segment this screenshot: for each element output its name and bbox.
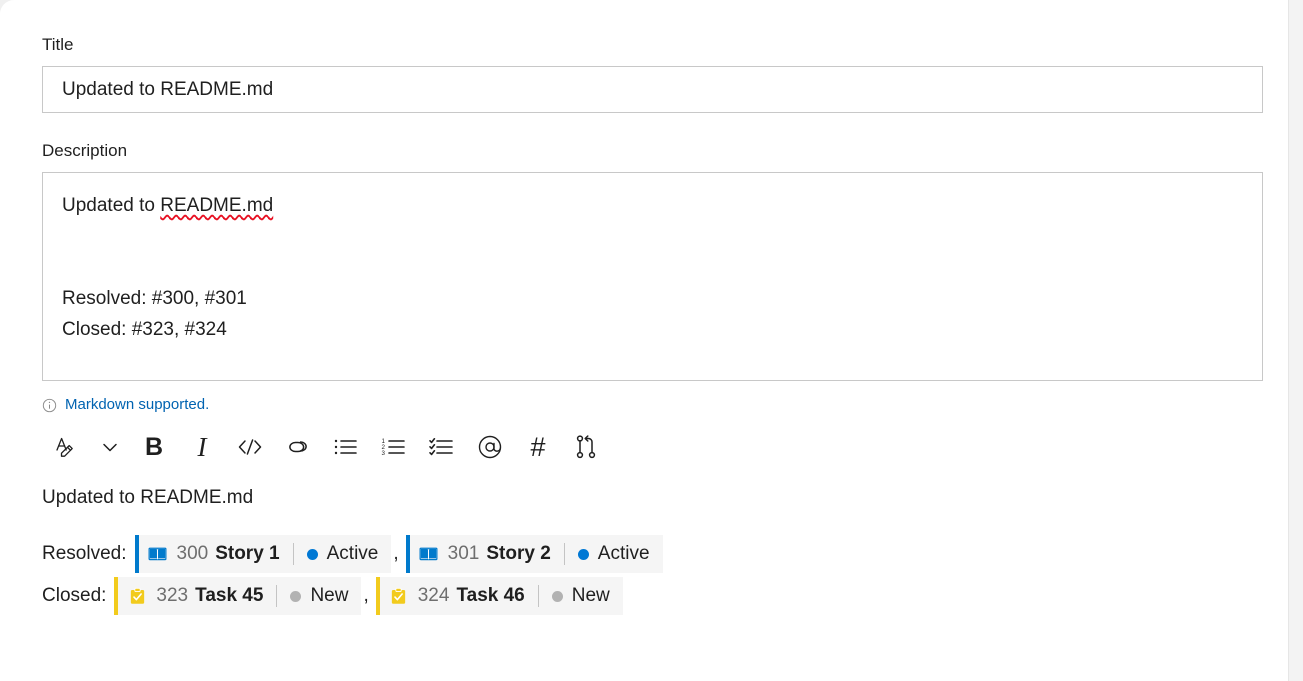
work-item-chip-324[interactable]: 324 Task 46 New	[375, 577, 623, 615]
work-item-title: Task 45	[195, 585, 264, 606]
hashtag-icon[interactable]: #	[514, 425, 562, 469]
work-item-chip-301[interactable]: 301 Story 2 Active	[405, 535, 663, 573]
italic-glyph: I	[197, 431, 207, 462]
description-line2: Resolved: #300, #301	[62, 288, 247, 309]
work-item-title: Story 2	[486, 543, 551, 564]
preview-row-closed: Closed: 323 Task 45 New , 324 Task 46 Ne…	[42, 577, 1263, 615]
form-container: Title Description Updated to README.md R…	[42, 34, 1263, 619]
preview-row-label: Closed:	[42, 585, 107, 606]
work-item-title: Story 1	[215, 543, 280, 564]
chip-divider	[292, 543, 294, 565]
story-icon	[148, 544, 168, 564]
code-icon[interactable]	[226, 425, 274, 469]
state-label: New	[571, 585, 610, 606]
state-dot-icon	[551, 590, 563, 602]
task-icon	[127, 586, 147, 606]
state-label: Active	[326, 543, 379, 564]
work-item-id: 324	[417, 585, 450, 606]
work-item-id: 300	[176, 543, 209, 564]
preview-row-label: Resolved:	[42, 543, 127, 564]
font-style-icon[interactable]	[42, 425, 90, 469]
state-dot-icon	[290, 590, 302, 602]
description-field-label: Description	[42, 141, 128, 160]
chip-separator: ,	[393, 543, 399, 564]
mention-icon[interactable]	[466, 425, 514, 469]
bulleted-list-icon[interactable]	[322, 425, 370, 469]
bold-glyph: B	[144, 432, 164, 461]
chevron-down-icon[interactable]	[90, 425, 130, 469]
chip-separator: ,	[363, 585, 369, 606]
svg-text:3: 3	[382, 450, 386, 457]
work-item-state: Active	[577, 535, 650, 573]
markdown-toolbar: B I 1 2 3 #	[42, 423, 1263, 471]
page-background-edge	[1289, 0, 1303, 681]
markdown-supported-note: Markdown supported.	[42, 395, 1263, 415]
chip-divider	[276, 585, 278, 607]
story-icon	[419, 544, 439, 564]
task-icon	[389, 586, 409, 606]
work-item-state: New	[551, 577, 610, 615]
chip-divider	[563, 543, 565, 565]
title-field-label: Title	[42, 35, 74, 54]
state-label: Active	[597, 543, 650, 564]
markdown-preview: Updated to README.md Resolved: 300 Story…	[42, 483, 1263, 615]
work-item-title: Task 46	[456, 585, 525, 606]
checklist-icon[interactable]	[418, 425, 466, 469]
bold-icon[interactable]: B	[130, 425, 178, 469]
state-dot-icon	[306, 548, 318, 560]
description-line1-prefix: Updated to	[62, 195, 161, 216]
preview-row-resolved: Resolved: 300 Story 1 Active , 301 Story…	[42, 535, 1263, 573]
preview-heading: Updated to README.md	[42, 487, 254, 508]
work-item-chip-300[interactable]: 300 Story 1 Active	[134, 535, 392, 573]
link-icon[interactable]	[274, 425, 322, 469]
hashtag-glyph: #	[530, 431, 546, 462]
work-item-chip-323[interactable]: 323 Task 45 New	[114, 577, 362, 615]
italic-icon[interactable]: I	[178, 425, 226, 469]
numbered-list-icon[interactable]: 1 2 3	[370, 425, 418, 469]
chip-divider	[537, 585, 539, 607]
description-line3: Closed: #323, #324	[62, 319, 227, 340]
work-item-state: New	[290, 577, 348, 615]
description-misspelled-word: README.md	[160, 195, 274, 216]
work-item-state: Active	[306, 535, 379, 573]
state-dot-icon	[577, 548, 589, 560]
work-item-form-panel: Title Description Updated to README.md R…	[0, 0, 1289, 681]
markdown-supported-link[interactable]: Markdown supported.	[65, 395, 209, 415]
work-item-id: 301	[447, 543, 480, 564]
info-icon	[42, 398, 57, 413]
title-input[interactable]	[42, 66, 1263, 113]
work-item-id: 323	[156, 585, 189, 606]
description-textarea[interactable]: Updated to README.md Resolved: #300, #30…	[42, 172, 1263, 381]
state-label: New	[310, 585, 349, 606]
pull-request-icon[interactable]	[562, 425, 610, 469]
